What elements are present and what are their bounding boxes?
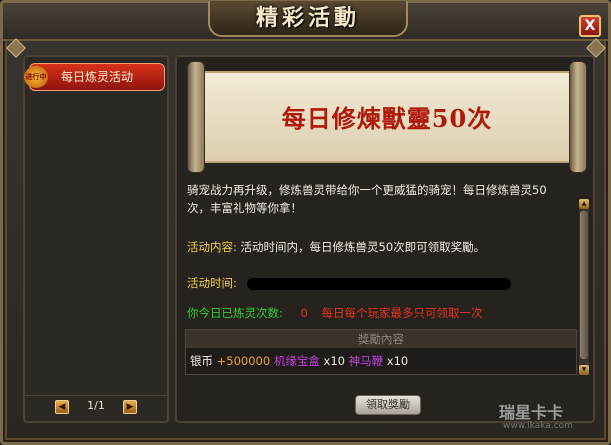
reward-text: +500000 <box>213 354 274 368</box>
active-badge-icon: 进行中 <box>24 66 48 88</box>
activity-time-row: 活动时间: <box>187 275 511 291</box>
sidebar-item-daily-refine[interactable]: 进行中 每日炼灵活动 <box>24 63 165 91</box>
activity-window: 精彩活動 X 进行中 每日炼灵活动 ◀ 1/1 ▶ 每日修煉獸靈50次 骑宠战力… <box>0 0 611 445</box>
scroll-roll-right-icon <box>569 61 587 173</box>
content-label: 活动内容: <box>187 240 237 254</box>
sidebar-item-label: 每日炼灵活动 <box>60 70 133 84</box>
prev-page-button[interactable]: ◀ <box>55 400 69 414</box>
refine-count-row: 你今日已炼灵次数: 0 每日每个玩家最多只可领取一次 <box>187 305 483 321</box>
activity-detail-panel: 每日修煉獸靈50次 骑宠战力再升级，修炼兽灵带给你一个更威猛的骑宠！每日修炼兽灵… <box>175 55 595 423</box>
count-note: 每日每个玩家最多只可领取一次 <box>321 306 483 320</box>
detail-scrollbar[interactable]: ▲ ▼ <box>579 199 589 375</box>
page-indicator: 1/1 <box>87 399 105 412</box>
claim-reward-button[interactable]: 領取獎勵 <box>355 395 421 415</box>
sidebar-pager: ◀ 1/1 ▶ <box>23 395 169 417</box>
banner-title: 每日修煉獸靈50次 <box>281 104 493 133</box>
scroll-down-icon[interactable]: ▼ <box>579 365 589 375</box>
reward-text: x10 <box>319 354 349 368</box>
count-value: 0 <box>300 306 308 320</box>
reward-item[interactable]: 神马鞭 <box>349 354 384 368</box>
title-bar: 精彩活動 X <box>3 1 608 41</box>
reward-list: 银币 +500000 机缘宝盒 x10 神马鞭 x10 <box>186 348 576 369</box>
activity-content-row: 活动内容: 活动时间内，每日修炼兽灵50次即可领取奖勵。 <box>187 239 485 255</box>
watermark-url: www.ikaka.com <box>503 421 573 431</box>
count-label: 你今日已炼灵次数: <box>187 306 283 320</box>
reward-text: x10 <box>383 354 409 368</box>
window-title: 精彩活動 <box>255 5 360 31</box>
reward-header: 獎勵內容 <box>186 330 576 348</box>
close-button[interactable]: X <box>579 15 601 37</box>
content-value: 活动时间内，每日修炼兽灵50次即可领取奖勵。 <box>240 240 486 254</box>
reward-box: 獎勵內容 银币 +500000 机缘宝盒 x10 神马鞭 x10 <box>185 329 577 375</box>
watermark-logo: 瑞星卡卡 <box>499 403 564 422</box>
activity-description: 骑宠战力再升级，修炼兽灵带给你一个更威猛的骑宠！每日修炼兽灵50次，丰富礼物等你… <box>187 183 547 215</box>
activity-banner: 每日修煉獸靈50次 <box>187 61 587 173</box>
scroll-roll-left-icon <box>187 61 205 173</box>
next-page-button[interactable]: ▶ <box>123 400 137 414</box>
sidebar: 进行中 每日炼灵活动 <box>23 55 169 423</box>
corner-ornament-left-icon <box>6 38 26 58</box>
redacted-time <box>246 277 511 290</box>
banner-scroll-paper: 每日修煉獸靈50次 <box>201 71 573 163</box>
scrollbar-thumb[interactable] <box>580 211 588 359</box>
reward-item[interactable]: 机缘宝盒 <box>274 354 320 368</box>
title-plate: 精彩活動 <box>208 1 408 37</box>
time-label: 活动时间: <box>187 276 237 290</box>
scroll-up-icon[interactable]: ▲ <box>579 199 589 209</box>
reward-text: 银币 <box>190 354 213 368</box>
